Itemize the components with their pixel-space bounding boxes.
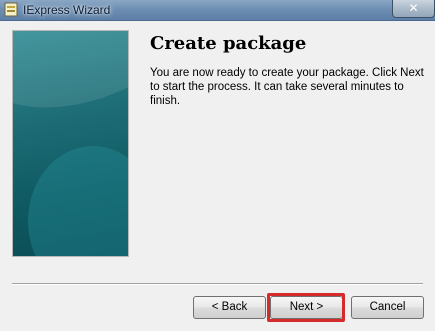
next-button[interactable]: Next > (270, 296, 343, 319)
page-description: You are now ready to create your package… (150, 67, 424, 107)
close-icon: ✕ (408, 1, 419, 15)
separator-line (12, 283, 423, 285)
close-button[interactable]: ✕ (392, 0, 435, 18)
page-title: Create package (150, 33, 307, 54)
wizard-side-image (12, 30, 129, 257)
title-bar[interactable]: IExpress Wizard ✕ (0, 0, 435, 21)
window-title: IExpress Wizard (23, 3, 111, 17)
back-button[interactable]: < Back (193, 296, 266, 319)
app-icon (4, 2, 18, 17)
cancel-button[interactable]: Cancel (351, 296, 424, 319)
